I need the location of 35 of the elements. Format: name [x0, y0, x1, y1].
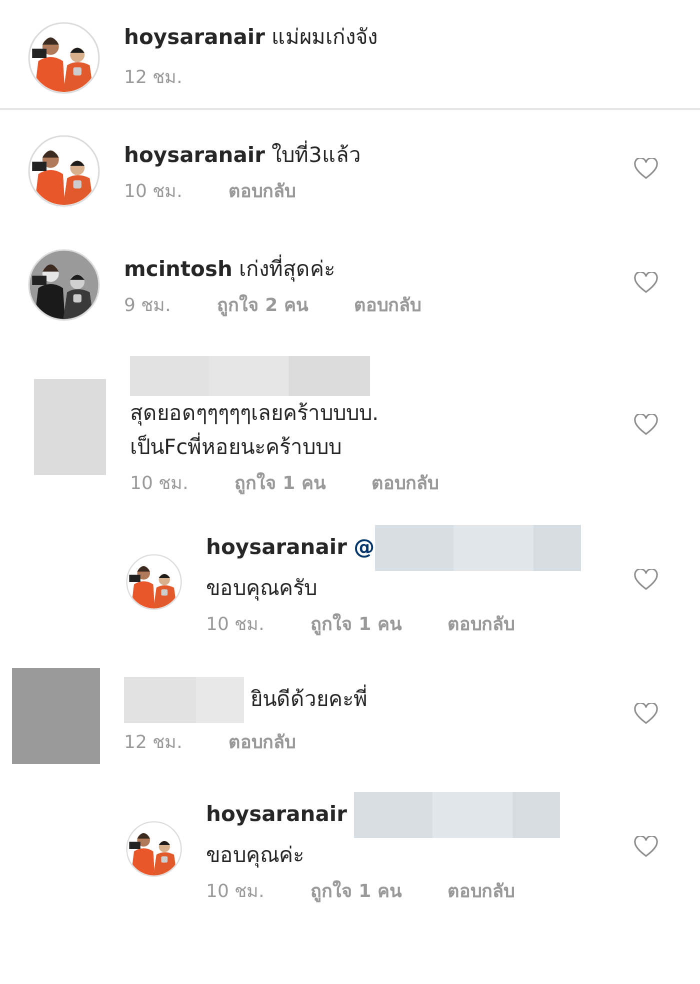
username[interactable]: hoysaranair [206, 534, 347, 559]
heart-icon[interactable] [634, 414, 658, 436]
timestamp: 10 ชม. [206, 613, 264, 637]
username[interactable]: mcintosh [124, 256, 232, 280]
heart-icon[interactable] [634, 703, 658, 725]
comment-text: ยินดีด้วยคะพี่ [250, 686, 368, 710]
timestamp: 9 ชม. [124, 294, 171, 318]
likes-count[interactable]: ถูกใจ 1 คน [234, 468, 326, 497]
timestamp: 10 ชม. [124, 180, 182, 204]
comment-text: ขอบคุณครับ [206, 576, 317, 600]
timestamp: 12 ชม. [124, 66, 184, 90]
heart-icon[interactable] [634, 272, 658, 294]
reply-link[interactable]: ตอบกลับ [228, 176, 296, 204]
reply-link[interactable]: ตอบกลับ [447, 876, 514, 905]
username[interactable]: hoysaranair [124, 142, 265, 166]
comment-text: เก่งที่สุดค่ะ [239, 256, 336, 280]
heart-icon[interactable] [634, 158, 658, 180]
likes-count[interactable]: ถูกใจ 1 คน [310, 609, 402, 638]
timestamp: 10 ชม. [206, 880, 264, 904]
comment-text: ขอบคุณค่ะ [206, 843, 304, 867]
reply-link[interactable]: ตอบกลับ [447, 609, 514, 638]
heart-icon[interactable] [634, 568, 658, 590]
reply-link[interactable]: ตอบกลับ [354, 290, 421, 318]
likes-count[interactable]: ถูกใจ 1 คน [310, 876, 402, 905]
comment-text: ใบที่3แล้ว [272, 142, 362, 166]
comment-text: สุดยอดๆๆๆๆๆเลยคร้าบบบบ. เป็นFcพี่หอยนะคร้าบบบ [130, 401, 379, 459]
reply-link[interactable]: ตอบกลับ [371, 468, 438, 497]
reply-link[interactable]: ตอบกลับ [228, 726, 296, 756]
heart-icon[interactable] [634, 836, 658, 858]
likes-count[interactable]: ถูกใจ 2 คน [216, 290, 308, 318]
mention-link[interactable]: @ [354, 534, 375, 559]
timestamp: 10 ชม. [130, 472, 188, 496]
username[interactable]: hoysaranair [206, 802, 347, 826]
comment-text: hoysaranair แม่ผมเก่งจัง [124, 24, 378, 51]
timestamp: 12 ชม. [124, 730, 182, 754]
